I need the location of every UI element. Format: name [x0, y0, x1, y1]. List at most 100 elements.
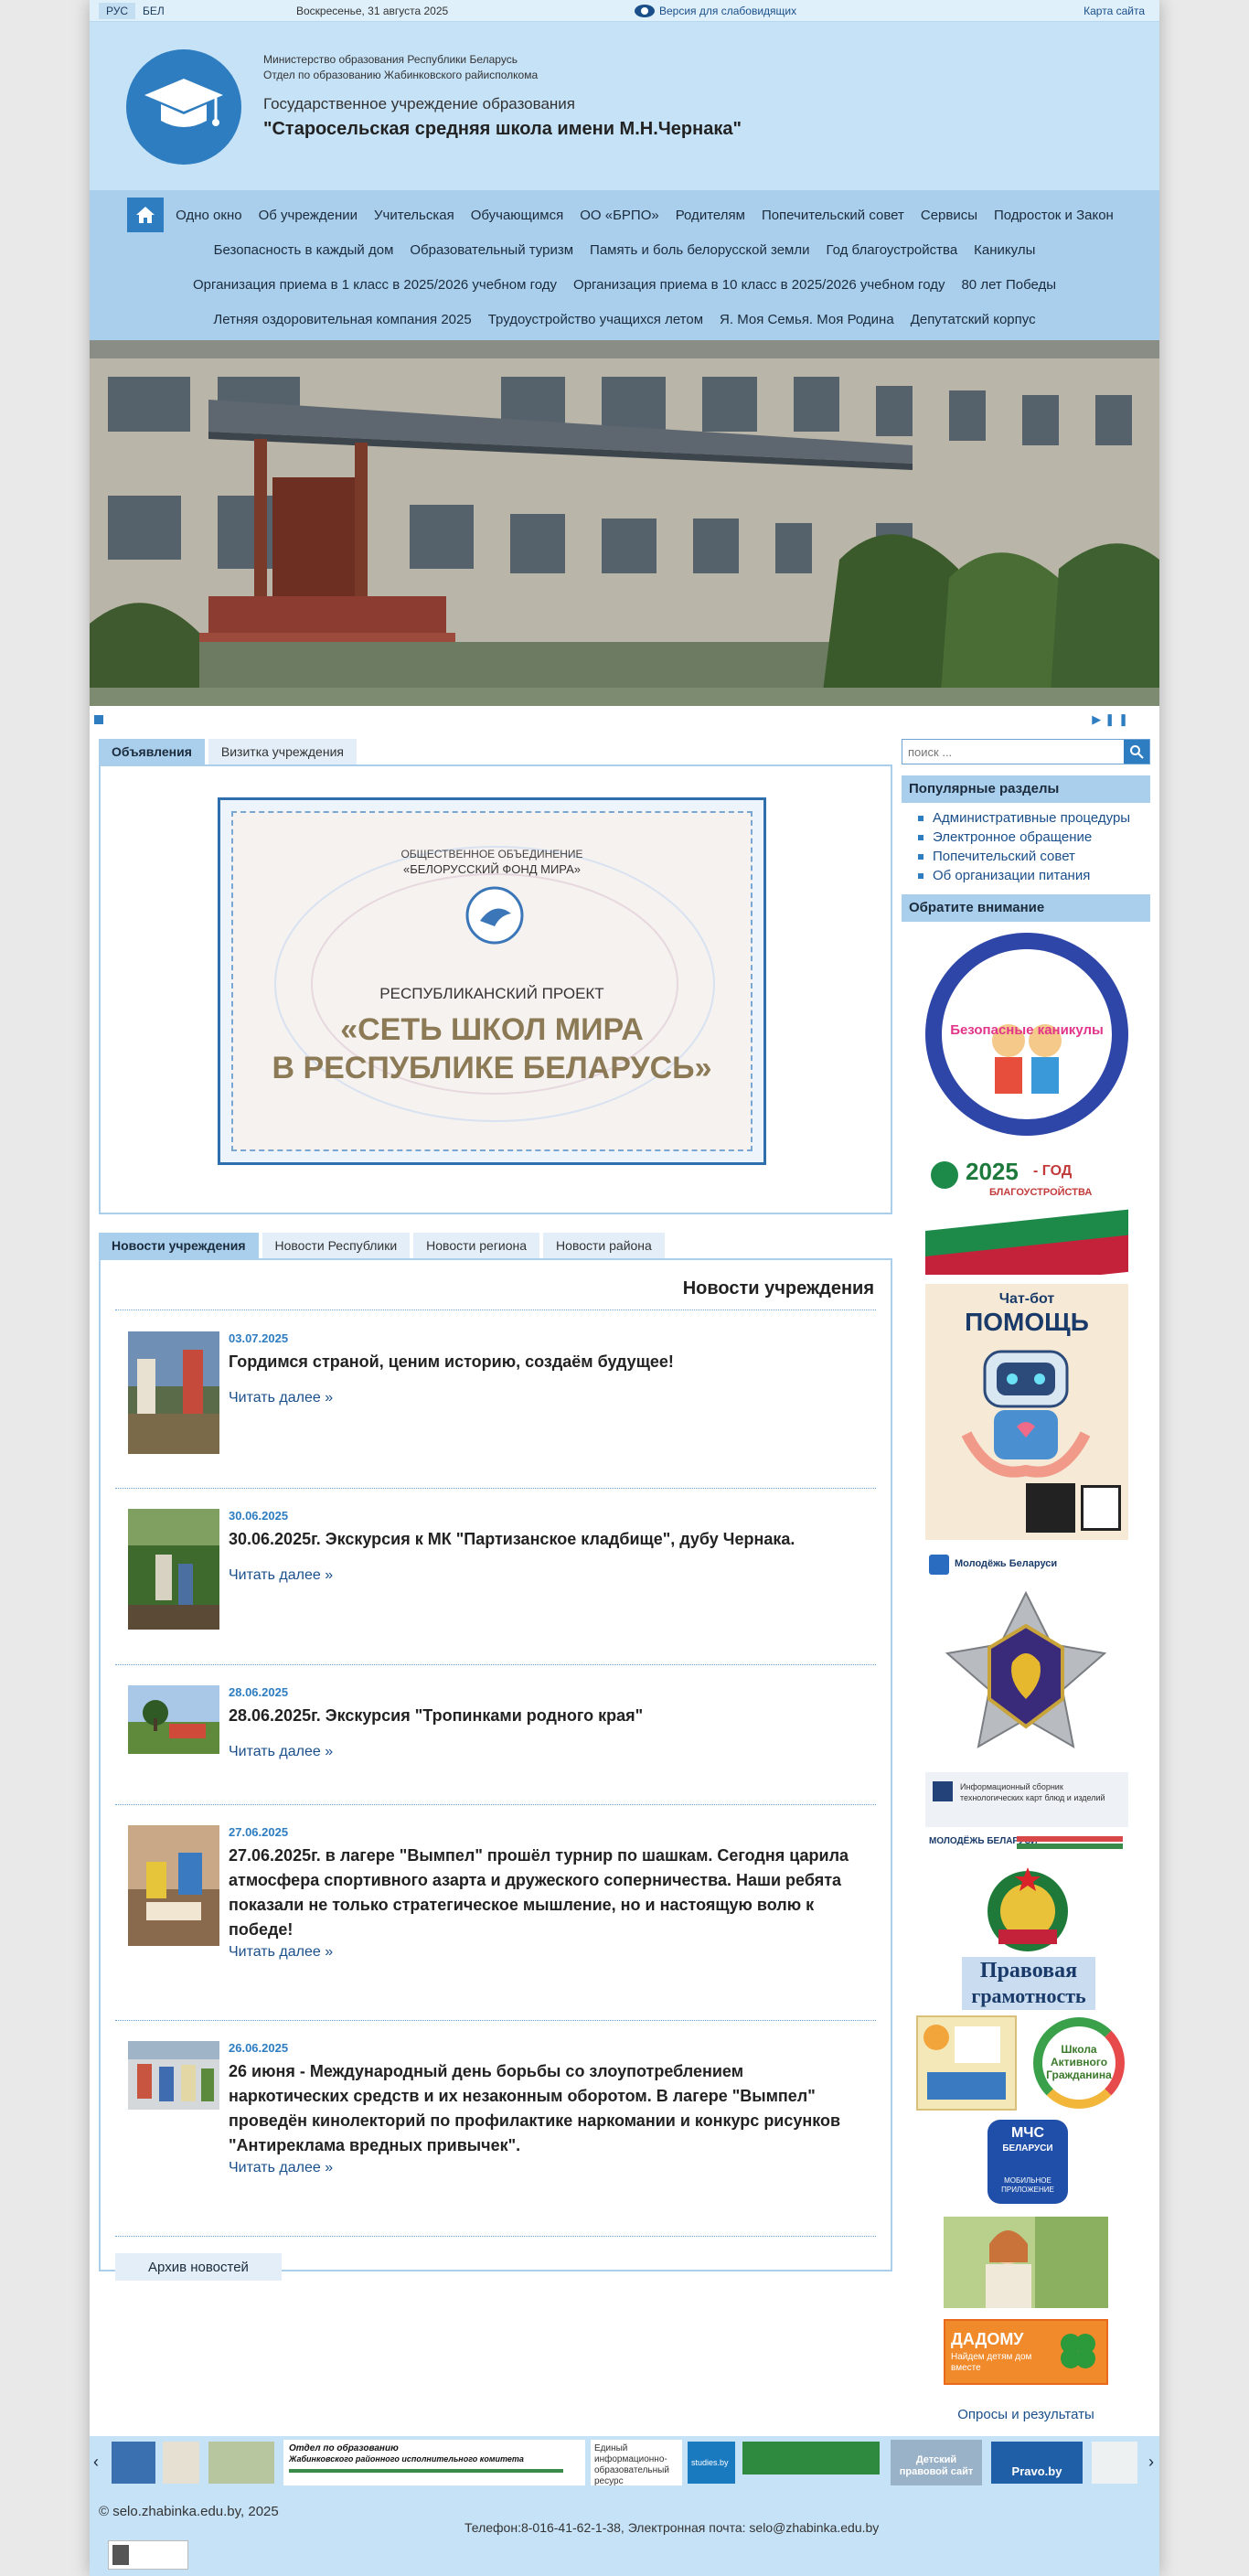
menu-item[interactable]: Обучающимся — [463, 208, 572, 223]
menu-item[interactable]: Память и боль белорусской земли — [582, 242, 817, 258]
studies-banner[interactable]: studies.by — [688, 2442, 735, 2484]
menu-item[interactable]: Подросток и Закон — [986, 208, 1122, 223]
banner-column: Безопасные каникулы 2025 - ГОД БЛАГОУСТР… — [902, 922, 1150, 2476]
menu-item[interactable]: Каникулы — [966, 242, 1043, 258]
menu-item[interactable]: Родителям — [667, 208, 753, 223]
menu-item[interactable]: Год благоустройства — [818, 242, 966, 258]
menu-item[interactable]: Попечительский совет — [753, 208, 913, 223]
partner-logo[interactable] — [1092, 2442, 1137, 2484]
menu-item[interactable]: Трудоустройство учащихся летом — [480, 312, 711, 327]
popular-link[interactable]: Об организации питания — [916, 866, 1150, 885]
peace-schools-certificate[interactable]: ОБЩЕСТВЕННОЕ ОБЪЕДИНЕНИЕ «БЕЛОРУССКИЙ ФО… — [218, 797, 766, 1165]
menu-item[interactable]: Организация приема в 10 класс в 2025/202… — [565, 277, 953, 293]
youth-of-belarus-strip[interactable]: МОЛОДЁЖЬ БЕЛАРУСИ — [925, 1831, 1128, 1858]
news-headline[interactable]: 27.06.2025г. в лагере "Вымпел" прошёл ту… — [229, 1844, 858, 1942]
safe-holidays-label: Безопасные каникулы — [950, 1022, 1104, 1038]
menu-item[interactable]: Одно окно — [167, 208, 250, 223]
main-menu: Одно окно Об учреждении Учительская Обуч… — [90, 190, 1159, 340]
district-committee-banner[interactable] — [742, 2442, 880, 2474]
police-emblem-banner[interactable] — [944, 1589, 1108, 1759]
popular-link[interactable]: Административные процедуры — [916, 808, 1150, 828]
read-more-link[interactable]: Читать далее » — [229, 1944, 333, 1961]
read-more-link[interactable]: Читать далее » — [229, 1390, 333, 1406]
news-headline[interactable]: 26 июня - Международный день борьбы со з… — [229, 2059, 858, 2158]
slider-play-pause[interactable]: ▶❚❚ — [1092, 712, 1132, 727]
sitemap-link[interactable]: Карта сайта — [1084, 5, 1145, 17]
active-citizen-school-banner[interactable]: Школа Активного Гражданина — [1026, 2015, 1132, 2111]
pravo-banner[interactable]: Pravo.by — [991, 2442, 1083, 2484]
tab-institution-card[interactable]: Визитка учреждения — [208, 739, 357, 764]
chevron-left-icon[interactable]: ‹ — [93, 2453, 99, 2472]
news-headline[interactable]: Гордимся страной, ценим историю, создаём… — [229, 1350, 858, 1374]
lang-ru[interactable]: РУС — [99, 2, 136, 19]
menu-item[interactable]: Образовательный туризм — [401, 242, 582, 258]
news-thumbnail[interactable] — [128, 1331, 219, 1454]
chevron-right-icon[interactable]: › — [1148, 2453, 1154, 2472]
tab-announcements[interactable]: Объявления — [99, 739, 205, 764]
dadomu-banner[interactable]: ДАДОМУ Найдем детям дом вместе — [944, 2319, 1108, 2385]
menu-item[interactable]: Об учреждении — [251, 208, 366, 223]
graduation-cap-logo[interactable] — [126, 49, 241, 165]
news-date: 28.06.2025 — [229, 1685, 289, 1699]
news-thumbnail[interactable] — [128, 1509, 219, 1630]
menu-item[interactable]: 80 лет Победы — [953, 277, 1064, 293]
menu-item[interactable]: Летняя оздоровительная компания 2025 — [205, 312, 479, 327]
site-header: Министерство образования Республики Бела… — [90, 22, 1159, 190]
popular-link[interactable]: Попечительский совет — [916, 847, 1150, 866]
tab-district-news[interactable]: Новости района — [543, 1233, 665, 1258]
news-thumbnail[interactable] — [128, 1685, 219, 1754]
announcement-contest-banner[interactable] — [916, 2015, 1017, 2111]
read-more-link[interactable]: Читать далее » — [229, 1567, 333, 1584]
year-of-improvement-banner[interactable]: 2025 - ГОД БЛАГОУСТРОЙСТВА — [925, 1150, 1128, 1275]
menu-item[interactable]: Депутатский корпус — [902, 312, 1044, 327]
menu-item[interactable]: Сервисы — [913, 208, 986, 223]
menu-item[interactable]: Учительская — [366, 208, 463, 223]
popular-link[interactable]: Электронное обращение — [916, 828, 1150, 847]
menu-item[interactable]: ОО «БРПО» — [571, 208, 667, 223]
home-button[interactable] — [127, 198, 165, 232]
partner-logo[interactable] — [112, 2442, 155, 2484]
announcement-panel: ОБЩЕСТВЕННОЕ ОБЪЕДИНЕНИЕ «БЕЛОРУССКИЙ ФО… — [99, 764, 892, 1214]
news-archive-button[interactable]: Архив новостей — [115, 2253, 282, 2281]
menu-item[interactable]: Безопасность в каждый дом — [206, 242, 402, 258]
mchs-line2: БЕЛАРУСИ — [1002, 2143, 1053, 2154]
certificate-body: ОБЩЕСТВЕННОЕ ОБЪЕДИНЕНИЕ «БЕЛОРУССКИЙ ФО… — [231, 811, 753, 1151]
mchs-app-banner[interactable]: МЧС БЕЛАРУСИ МОБИЛЬНОЕ ПРИЛОЖЕНИЕ — [987, 2120, 1068, 2204]
search-button[interactable] — [1124, 740, 1149, 764]
mchs-line1: МЧС — [1010, 2125, 1045, 2141]
legal-literacy-banner[interactable]: Правовая грамотность — [962, 1957, 1095, 2010]
technological-cards-banner[interactable]: Информационный сборник технологических к… — [925, 1772, 1128, 1827]
news-thumbnail[interactable] — [128, 1825, 219, 1946]
tab-region-news[interactable]: Новости региона — [413, 1233, 540, 1258]
read-more-link[interactable]: Читать далее » — [229, 1744, 333, 1760]
menu-row-3: Организация приема в 1 класс в 2025/2026… — [99, 267, 1150, 302]
photo-banner[interactable] — [944, 2217, 1108, 2308]
tab-republic-news[interactable]: Новости Республики — [262, 1233, 411, 1258]
partner-logo[interactable] — [208, 2442, 274, 2484]
accessibility-version-link[interactable]: Версия для слабовидящих — [635, 4, 796, 17]
coat-of-arms-banner[interactable] — [980, 1864, 1075, 1955]
dadomu-sub: Найдем детям дом вместе — [951, 2352, 1032, 2373]
slide-indicator[interactable] — [94, 715, 103, 724]
news-thumbnail[interactable] — [128, 2041, 219, 2110]
search-input[interactable] — [902, 740, 1122, 764]
safe-holidays-banner[interactable]: Безопасные каникулы — [925, 933, 1128, 1136]
menu-item[interactable]: Организация приема в 1 класс в 2025/2026… — [185, 277, 565, 293]
news-headline[interactable]: 30.06.2025г. Экскурсия к МК "Партизанско… — [229, 1527, 858, 1552]
strip-dept-title: Отдел по образованию — [289, 2443, 399, 2453]
lang-be[interactable]: БЕЛ — [135, 3, 172, 19]
youth-of-belarus-banner[interactable]: Молодёжь Беларуси — [925, 1549, 1128, 1580]
read-more-link[interactable]: Читать далее » — [229, 2160, 333, 2176]
news-headline[interactable]: 28.06.2025г. Экскурсия "Тропинками родно… — [229, 1704, 858, 1728]
chatbot-line1: Чат-бот — [998, 1291, 1055, 1307]
tab-institution-news[interactable]: Новости учреждения — [99, 1233, 259, 1258]
info-collection-label: Информационный сборник технологических к… — [960, 1782, 1105, 1802]
partner-logo[interactable] — [163, 2442, 199, 2484]
kids-legal-site-banner[interactable]: Детский правовой сайт — [891, 2440, 982, 2485]
info-resource-banner[interactable]: Единый информационно-образовательный рес… — [591, 2440, 682, 2486]
chatbot-help-banner[interactable]: Чат-бот ПОМОЩЬ — [925, 1284, 1128, 1540]
polls-link[interactable]: Опросы и результаты — [902, 2407, 1150, 2422]
visit-counter[interactable] — [108, 2540, 188, 2570]
menu-item[interactable]: Я. Моя Семья. Моя Родина — [711, 312, 902, 327]
education-department-banner[interactable]: Отдел по образованию Жабинковского район… — [283, 2440, 585, 2485]
